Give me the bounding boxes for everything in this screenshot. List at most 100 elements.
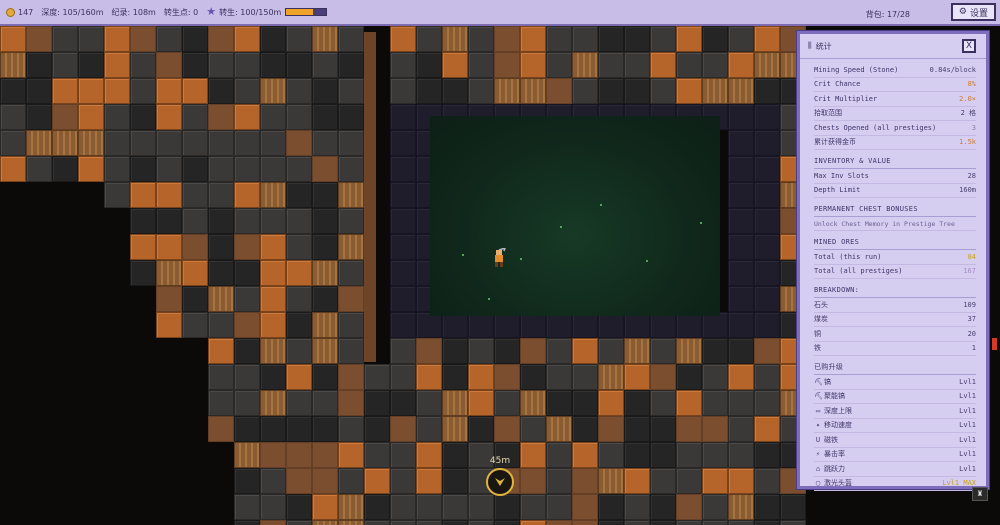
stat-label: 石头 (814, 300, 828, 309)
star-icon: ★ (206, 5, 217, 18)
ore-tile (156, 52, 182, 78)
ore-tile (0, 78, 26, 104)
ore-tile (78, 26, 104, 52)
ore-tile (416, 364, 442, 390)
ore-tile (156, 208, 182, 234)
ore-tile (312, 442, 338, 468)
upgrade-label: 暴击率 (824, 450, 845, 459)
ore-tile (182, 286, 208, 312)
ore-tile (130, 104, 156, 130)
cave-wall-tile (728, 286, 754, 312)
ore-tile (572, 416, 598, 442)
descend-button[interactable] (486, 468, 514, 496)
ore-tile (208, 234, 234, 260)
settings-label: 设置 (969, 8, 988, 19)
ore-tile (442, 390, 468, 416)
ore-tile (234, 364, 260, 390)
ore-tile (0, 52, 26, 78)
ore-tile (312, 312, 338, 338)
settings-button[interactable]: ⚙ 设置 (950, 3, 996, 21)
ore-tile (312, 260, 338, 286)
ore-tile (130, 208, 156, 234)
boot-icon: ✦ (815, 421, 821, 430)
ore-tile (156, 312, 182, 338)
ore-tile (338, 26, 364, 52)
stat-value: 37 (967, 315, 976, 324)
ore-tile (208, 416, 234, 442)
stat-value: 8% (967, 80, 976, 89)
ore-tile (390, 442, 416, 468)
ore-tile (286, 234, 312, 260)
stat-label: 累计获得金币 (814, 138, 856, 147)
chest-icon[interactable]: ♜ (972, 487, 988, 501)
ore-tile (650, 442, 676, 468)
upgrade-row: ⌂ 跳跃力 Lvl1 (814, 462, 976, 477)
close-button[interactable]: X (962, 39, 976, 53)
section-chest-title: PERMANENT CHEST BONUSES (814, 201, 976, 217)
ore-tile (234, 338, 260, 364)
ore-tile (130, 52, 156, 78)
ore-tile (780, 520, 806, 525)
cave-wall-tile (390, 260, 416, 286)
ore-tile (442, 338, 468, 364)
ore-tile (52, 26, 78, 52)
prestige-points: 转生点: 0 (163, 7, 199, 17)
ore-tile (156, 78, 182, 104)
ore-tile (286, 416, 312, 442)
ore-tile (442, 26, 468, 52)
coin-count: 147 (18, 7, 34, 17)
ore-tile (754, 494, 780, 520)
upgrade-list: ⛏镐 Lvl1 ⛏聚能镐 Lvl1 ▭ 深度上限 Lvl1 ✦ 移动速度 Lvl1 U 磁铁 Lvl1 ⚡… (814, 375, 976, 491)
ore-tile (676, 468, 702, 494)
ore-tile (546, 78, 572, 104)
upgrade-row: ✦ 移动速度 Lvl1 (814, 419, 976, 433)
ore-tile (702, 338, 728, 364)
ore-tile (676, 390, 702, 416)
ore-tile (286, 182, 312, 208)
cave-wall-tile (728, 156, 754, 182)
ore-tile (624, 520, 650, 525)
ore-tile (754, 26, 780, 52)
ore-tile (442, 468, 468, 494)
stats-panel-body[interactable]: Mining Speed (Stone) 0.84s/block Crit Chan… (800, 59, 986, 491)
chevron-down-icon (495, 478, 505, 486)
ore-tile (754, 416, 780, 442)
ore-tile (338, 78, 364, 104)
ore-tile (208, 52, 234, 78)
ore-tile (312, 468, 338, 494)
stat-label: Total (all prestiges) (814, 267, 903, 276)
ore-tile (728, 52, 754, 78)
stat-row: 拾取范围 2 格 (814, 107, 976, 121)
ore-tile (754, 390, 780, 416)
cave-wall-tile (390, 104, 416, 130)
ore-tile (416, 78, 442, 104)
depth-marker[interactable]: 45m (484, 456, 516, 496)
ore-tile (234, 442, 260, 468)
ore-tile (312, 364, 338, 390)
mined-stats: Total (this run) 84 Total (all prestiges) 1… (814, 250, 976, 279)
ore-tile (260, 52, 286, 78)
upgrade-name-wrap: ✦ 移动速度 (814, 420, 852, 430)
stat-row: 铁1 (814, 342, 976, 356)
ore-tile (390, 364, 416, 390)
ore-tile (260, 442, 286, 468)
ore-tile (312, 130, 338, 156)
ore-tile (598, 338, 624, 364)
ore-tile (442, 364, 468, 390)
ore-tile (650, 52, 676, 78)
chest-note: Unlock Chest Memory in Prestige Tree (814, 217, 976, 231)
ore-tile (104, 130, 130, 156)
ore-tile (208, 364, 234, 390)
ore-tile (572, 364, 598, 390)
ore-tile (338, 130, 364, 156)
stat-row: Crit Chance 8% (814, 78, 976, 92)
ore-tile (338, 208, 364, 234)
ore-tile (650, 468, 676, 494)
cave-wall-tile (728, 182, 754, 208)
ore-tile (416, 468, 442, 494)
cave-particle (560, 226, 562, 228)
ore-tile (104, 104, 130, 130)
upgrade-level: Lvl1 (959, 435, 976, 444)
ore-tile (338, 312, 364, 338)
ore-tile (598, 468, 624, 494)
